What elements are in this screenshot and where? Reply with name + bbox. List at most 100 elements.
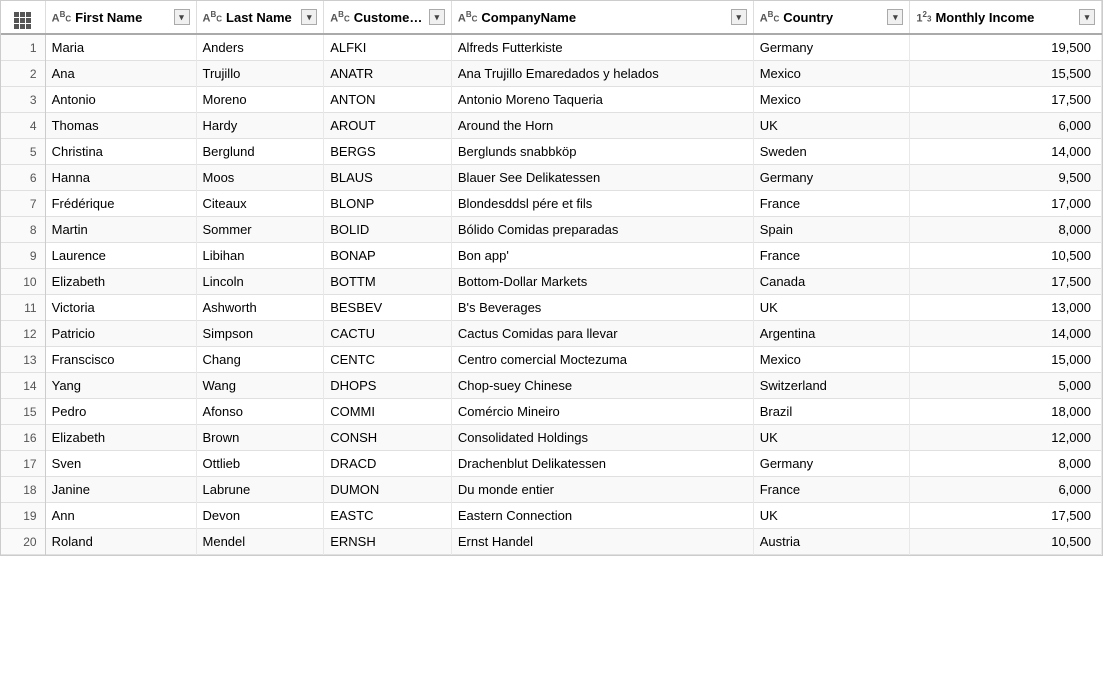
cell-companyname: Centro comercial Moctezuma [451, 347, 753, 373]
cell-income: 10,500 [910, 243, 1102, 269]
cell-companyname: Chop-suey Chinese [451, 373, 753, 399]
cell-income: 15,000 [910, 347, 1102, 373]
row-number: 3 [1, 87, 45, 113]
cell-firstname: Laurence [45, 243, 196, 269]
cell-income: 14,000 [910, 139, 1102, 165]
row-number: 16 [1, 425, 45, 451]
text-type-icon-3: ABC [330, 10, 350, 25]
customerid-filter-button[interactable]: ▾ [429, 9, 445, 25]
cell-country: Argentina [753, 321, 910, 347]
income-filter-button[interactable]: ▾ [1079, 9, 1095, 25]
table-row: 4ThomasHardyAROUTAround the HornUK6,000 [1, 113, 1102, 139]
cell-firstname: Frédérique [45, 191, 196, 217]
cell-lastname: Devon [196, 503, 324, 529]
country-filter-button[interactable]: ▾ [887, 9, 903, 25]
cell-firstname: Elizabeth [45, 269, 196, 295]
cell-country: Germany [753, 451, 910, 477]
row-number: 19 [1, 503, 45, 529]
cell-firstname: Martin [45, 217, 196, 243]
cell-country: Mexico [753, 87, 910, 113]
country-header[interactable]: ABC Country ▾ [753, 1, 910, 34]
cell-country: France [753, 191, 910, 217]
cell-firstname: Hanna [45, 165, 196, 191]
cell-customerid: ANTON [324, 87, 452, 113]
cell-income: 14,000 [910, 321, 1102, 347]
table-row: 12PatricioSimpsonCACTUCactus Comidas par… [1, 321, 1102, 347]
firstname-header[interactable]: ABC First Name ▾ [45, 1, 196, 34]
cell-firstname: Christina [45, 139, 196, 165]
income-header-label: Monthly Income [935, 10, 1075, 25]
cell-companyname: Bon app' [451, 243, 753, 269]
cell-companyname: Antonio Moreno Taqueria [451, 87, 753, 113]
companyname-header[interactable]: ABC CompanyName ▾ [451, 1, 753, 34]
cell-lastname: Libihan [196, 243, 324, 269]
cell-lastname: Sommer [196, 217, 324, 243]
table-row: 5ChristinaBerglundBERGSBerglunds snabbkö… [1, 139, 1102, 165]
cell-country: Mexico [753, 347, 910, 373]
cell-customerid: ANATR [324, 61, 452, 87]
text-type-icon-5: ABC [760, 10, 780, 25]
cell-companyname: Around the Horn [451, 113, 753, 139]
table-row: 16ElizabethBrownCONSHConsolidated Holdin… [1, 425, 1102, 451]
table-row: 14YangWangDHOPSChop-suey ChineseSwitzerl… [1, 373, 1102, 399]
companyname-filter-button[interactable]: ▾ [731, 9, 747, 25]
cell-income: 8,000 [910, 217, 1102, 243]
firstname-filter-button[interactable]: ▾ [174, 9, 190, 25]
cell-firstname: Antonio [45, 87, 196, 113]
cell-customerid: BONAP [324, 243, 452, 269]
cell-customerid: BLONP [324, 191, 452, 217]
cell-companyname: Drachenblut Delikatessen [451, 451, 753, 477]
cell-firstname: Patricio [45, 321, 196, 347]
cell-lastname: Hardy [196, 113, 324, 139]
cell-lastname: Moreno [196, 87, 324, 113]
cell-firstname: Ana [45, 61, 196, 87]
table-header-row: ABC First Name ▾ ABC Last Name ▾ ABC [1, 1, 1102, 34]
cell-country: Sweden [753, 139, 910, 165]
row-number: 12 [1, 321, 45, 347]
table-row: 7FrédériqueCiteauxBLONPBlondesddsl pére … [1, 191, 1102, 217]
lastname-filter-button[interactable]: ▾ [301, 9, 317, 25]
table-row: 15PedroAfonsoCOMMIComércio MineiroBrazil… [1, 399, 1102, 425]
lastname-header[interactable]: ABC Last Name ▾ [196, 1, 324, 34]
cell-companyname: Bottom-Dollar Markets [451, 269, 753, 295]
row-number: 10 [1, 269, 45, 295]
cell-income: 15,500 [910, 61, 1102, 87]
customerid-header-label: CustomerID [354, 10, 425, 25]
cell-country: Switzerland [753, 373, 910, 399]
customerid-header[interactable]: ABC CustomerID ▾ [324, 1, 452, 34]
cell-lastname: Ashworth [196, 295, 324, 321]
table-row: 11VictoriaAshworthBESBEVB's BeveragesUK1… [1, 295, 1102, 321]
cell-country: Mexico [753, 61, 910, 87]
cell-customerid: BLAUS [324, 165, 452, 191]
cell-firstname: Yang [45, 373, 196, 399]
companyname-header-label: CompanyName [481, 10, 726, 25]
table-row: 2AnaTrujilloANATRAna Trujillo Emaredados… [1, 61, 1102, 87]
cell-companyname: Ernst Handel [451, 529, 753, 555]
cell-lastname: Afonso [196, 399, 324, 425]
cell-firstname: Pedro [45, 399, 196, 425]
row-number: 1 [1, 34, 45, 61]
cell-income: 19,500 [910, 34, 1102, 61]
cell-lastname: Anders [196, 34, 324, 61]
cell-income: 5,000 [910, 373, 1102, 399]
row-number: 17 [1, 451, 45, 477]
cell-customerid: DRACD [324, 451, 452, 477]
cell-lastname: Chang [196, 347, 324, 373]
cell-customerid: EASTC [324, 503, 452, 529]
lastname-header-label: Last Name [226, 10, 297, 25]
cell-customerid: ALFKI [324, 34, 452, 61]
cell-lastname: Citeaux [196, 191, 324, 217]
text-type-icon: ABC [52, 10, 72, 25]
row-number: 13 [1, 347, 45, 373]
income-header[interactable]: 123 Monthly Income ▾ [910, 1, 1102, 34]
cell-firstname: Ann [45, 503, 196, 529]
cell-companyname: Berglunds snabbköp [451, 139, 753, 165]
data-table: ABC First Name ▾ ABC Last Name ▾ ABC [0, 0, 1103, 556]
row-number: 7 [1, 191, 45, 217]
cell-firstname: Janine [45, 477, 196, 503]
cell-lastname: Lincoln [196, 269, 324, 295]
row-number: 20 [1, 529, 45, 555]
cell-country: Brazil [753, 399, 910, 425]
cell-country: UK [753, 503, 910, 529]
cell-companyname: Blauer See Delikatessen [451, 165, 753, 191]
